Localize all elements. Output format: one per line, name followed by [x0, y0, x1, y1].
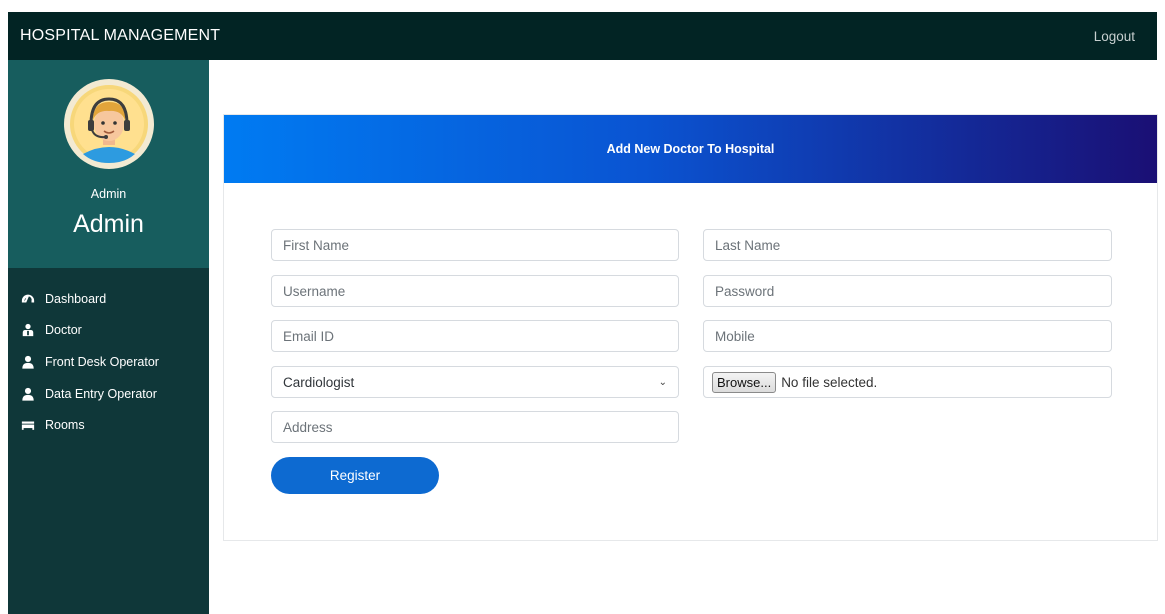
add-doctor-card: Add New Doctor To Hospital Cardiologist …: [223, 114, 1158, 541]
email-input[interactable]: [283, 328, 667, 344]
username-field[interactable]: [271, 275, 679, 307]
sidebar-item-label: Front Desk Operator: [45, 354, 159, 369]
email-field[interactable]: [271, 320, 679, 352]
admin-avatar-icon: [70, 85, 148, 163]
sidebar-menu: Dashboard Doctor Front Desk Operator Dat…: [8, 283, 209, 441]
username-input[interactable]: [283, 283, 667, 299]
first-name-input[interactable]: [283, 237, 667, 253]
mobile-field[interactable]: [703, 320, 1112, 352]
sidebar-item-label: Rooms: [45, 418, 85, 433]
sidebar-item-data-entry-operator[interactable]: Data Entry Operator: [8, 378, 209, 410]
last-name-input[interactable]: [715, 237, 1100, 253]
sidebar-item-doctor[interactable]: Doctor: [8, 315, 209, 347]
brand-title: HOSPITAL MANAGEMENT: [20, 27, 221, 44]
address-field[interactable]: [271, 411, 679, 443]
card-header: Add New Doctor To Hospital: [224, 115, 1157, 183]
page: HOSPITAL MANAGEMENT Logout Admin Admin D…: [0, 0, 1165, 614]
logout-link[interactable]: Logout: [1094, 29, 1135, 44]
user-icon: [21, 387, 35, 401]
user-icon: [21, 355, 35, 369]
register-button[interactable]: Register: [271, 457, 439, 494]
sidebar-item-front-desk-operator[interactable]: Front Desk Operator: [8, 346, 209, 378]
sidebar-item-label: Data Entry Operator: [45, 386, 157, 401]
sidebar-item-label: Dashboard: [45, 291, 107, 306]
password-input[interactable]: [715, 283, 1100, 299]
file-status: No file selected.: [781, 374, 878, 390]
sidebar-item-label: Doctor: [45, 323, 82, 338]
password-field[interactable]: [703, 275, 1112, 307]
profile-panel: Admin Admin: [8, 60, 209, 268]
browse-button[interactable]: Browse...: [712, 371, 777, 393]
first-name-field[interactable]: [271, 229, 679, 261]
last-name-field[interactable]: [703, 229, 1112, 261]
card-title: Add New Doctor To Hospital: [606, 142, 775, 156]
chevron-down-icon: ⌄: [658, 376, 667, 388]
specialization-value: Cardiologist: [283, 374, 355, 390]
specialization-select[interactable]: Cardiologist ⌄: [271, 366, 679, 398]
avatar: [64, 79, 154, 169]
photo-file-input[interactable]: Browse... No file selected.: [703, 366, 1112, 398]
sidebar-item-dashboard[interactable]: Dashboard: [8, 283, 209, 315]
top-navbar: HOSPITAL MANAGEMENT Logout: [8, 12, 1157, 60]
sidebar: Admin Admin Dashboard Doctor Front Desk …: [8, 60, 209, 614]
user-name: Admin: [73, 210, 144, 238]
sidebar-item-rooms[interactable]: Rooms: [8, 409, 209, 441]
mobile-input[interactable]: [715, 328, 1100, 344]
doctor-icon: [21, 323, 35, 337]
user-role: Admin: [90, 187, 127, 201]
address-input[interactable]: [283, 419, 667, 435]
dashboard-gauge-icon: [21, 292, 35, 306]
bed-icon: [21, 418, 35, 432]
